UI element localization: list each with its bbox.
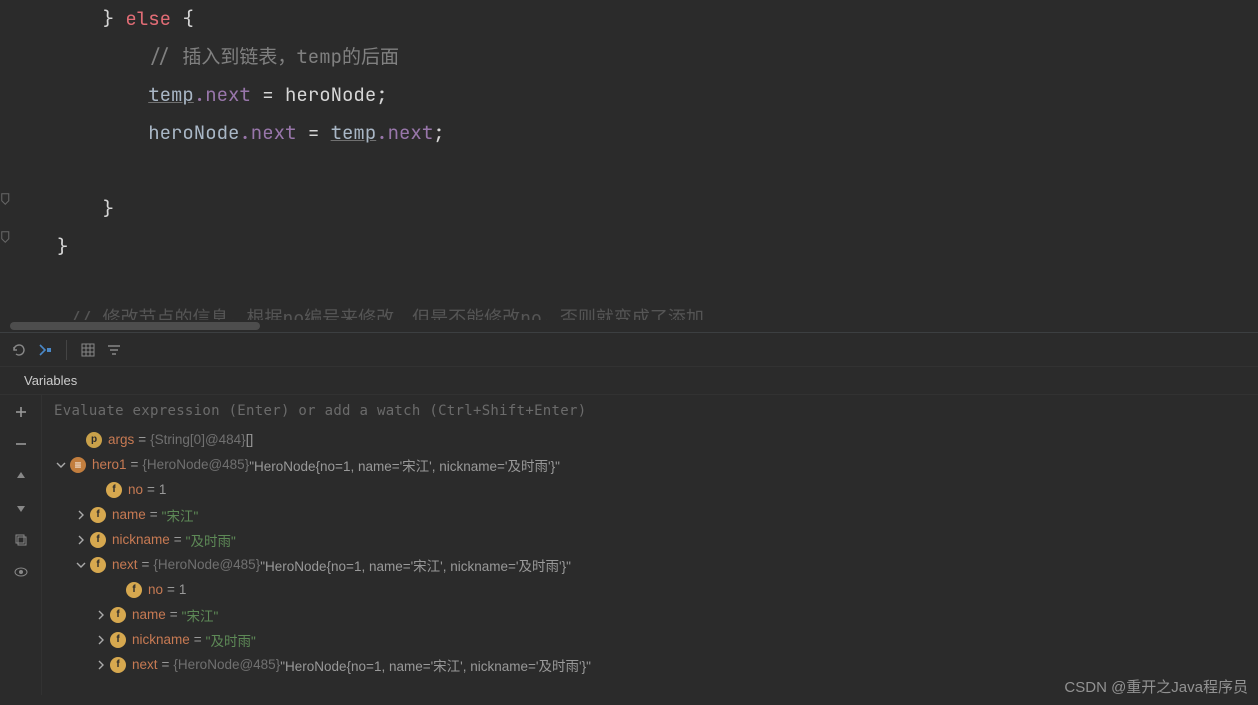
field-badge-icon: f xyxy=(90,532,106,548)
gutter-mark-icon xyxy=(0,192,14,206)
faded-comment: // 修改节点的信息，根据no编号来修改，但是不能修改no，否则就变成了添加 xyxy=(0,304,1258,320)
var-name[interactable]: f name= "宋江" xyxy=(42,602,1258,627)
horizontal-scrollbar[interactable] xyxy=(0,320,1258,332)
chevron-right-icon[interactable] xyxy=(94,658,108,672)
field-badge-icon: f xyxy=(126,582,142,598)
debug-panel: Variables Evaluate expression (Enter) or… xyxy=(0,332,1258,695)
separator xyxy=(66,340,67,360)
copy-icon[interactable] xyxy=(12,531,30,549)
param-badge-icon: p xyxy=(86,432,102,448)
chevron-down-icon[interactable] xyxy=(74,558,88,572)
code-editor[interactable]: } else { // 插入到链表，temp的后面 temp.next = he… xyxy=(0,0,1258,320)
up-icon[interactable] xyxy=(12,467,30,485)
scroll-thumb[interactable] xyxy=(10,322,260,330)
remove-icon[interactable] xyxy=(12,435,30,453)
code-line: } else { xyxy=(0,0,1258,38)
chevron-right-icon[interactable] xyxy=(74,533,88,547)
field-badge-icon: f xyxy=(110,657,126,673)
field-badge-icon: f xyxy=(110,607,126,623)
code-line: heroNode.next = temp.next; xyxy=(0,114,1258,152)
watch-hint[interactable]: Evaluate expression (Enter) or add a wat… xyxy=(42,395,1258,427)
grid-icon[interactable] xyxy=(77,339,99,361)
watch-icon[interactable] xyxy=(12,563,30,581)
filter-icon[interactable] xyxy=(103,339,125,361)
debug-left-strip xyxy=(0,395,42,695)
add-watch-icon[interactable] xyxy=(12,403,30,421)
var-nickname[interactable]: f nickname= "及时雨" xyxy=(42,627,1258,652)
field-badge-icon: f xyxy=(90,507,106,523)
field-badge-icon: f xyxy=(90,557,106,573)
variables-tree[interactable]: Evaluate expression (Enter) or add a wat… xyxy=(42,395,1258,695)
var-next[interactable]: f next= {HeroNode@485} "HeroNode{no=1, n… xyxy=(42,552,1258,577)
var-no[interactable]: f no= 1 xyxy=(42,577,1258,602)
var-next[interactable]: f next= {HeroNode@485} "HeroNode{no=1, n… xyxy=(42,652,1258,677)
gutter-mark-icon xyxy=(0,230,14,244)
code-line: } xyxy=(0,228,1258,266)
field-badge-icon: f xyxy=(106,482,122,498)
field-badge-icon: f xyxy=(110,632,126,648)
variables-tab[interactable]: Variables xyxy=(0,367,1258,395)
debug-toolbar xyxy=(0,333,1258,367)
object-badge-icon: ≡ xyxy=(70,457,86,473)
keyword-else: else xyxy=(125,6,171,31)
watermark: CSDN @重开之Java程序员 xyxy=(1064,676,1248,697)
code-line: } xyxy=(0,190,1258,228)
var-hero1[interactable]: ≡ hero1= {HeroNode@485} "HeroNode{no=1, … xyxy=(42,452,1258,477)
chevron-right-icon[interactable] xyxy=(94,633,108,647)
chevron-down-icon[interactable] xyxy=(54,458,68,472)
var-nickname[interactable]: f nickname= "及时雨" xyxy=(42,527,1258,552)
chevron-right-icon[interactable] xyxy=(94,608,108,622)
restart-frame-icon[interactable] xyxy=(8,339,30,361)
code-line: // 插入到链表，temp的后面 xyxy=(0,38,1258,76)
step-into-icon[interactable] xyxy=(34,339,56,361)
down-icon[interactable] xyxy=(12,499,30,517)
var-name[interactable]: f name= "宋江" xyxy=(42,502,1258,527)
chevron-right-icon[interactable] xyxy=(74,508,88,522)
code-line xyxy=(0,152,1258,190)
var-no[interactable]: f no= 1 xyxy=(42,477,1258,502)
code-line: temp.next = heroNode; xyxy=(0,76,1258,114)
var-args[interactable]: p args= {String[0]@484} [] xyxy=(42,427,1258,452)
